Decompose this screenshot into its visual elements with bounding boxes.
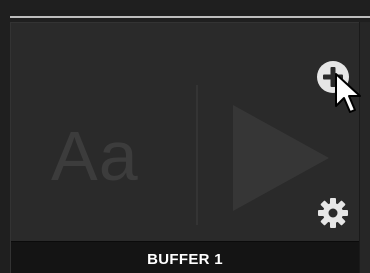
adjacent-tile-edge: [359, 22, 370, 273]
buffer-label-bar[interactable]: BUFFER 1: [11, 241, 359, 273]
mouse-pointer-icon: [335, 73, 361, 113]
buffer-tile[interactable]: Aa BUFFER 1: [10, 22, 359, 273]
play-icon: [233, 105, 329, 211]
buffer-preview: Aa: [11, 23, 359, 241]
settings-gear-icon[interactable]: [317, 197, 349, 229]
preview-divider: [196, 85, 198, 225]
buffer-name-label: BUFFER 1: [147, 251, 223, 268]
text-preview-glyph: Aa: [51, 117, 139, 195]
top-divider: [10, 16, 370, 18]
buffer-panel: Aa BUFFER 1: [0, 0, 370, 273]
